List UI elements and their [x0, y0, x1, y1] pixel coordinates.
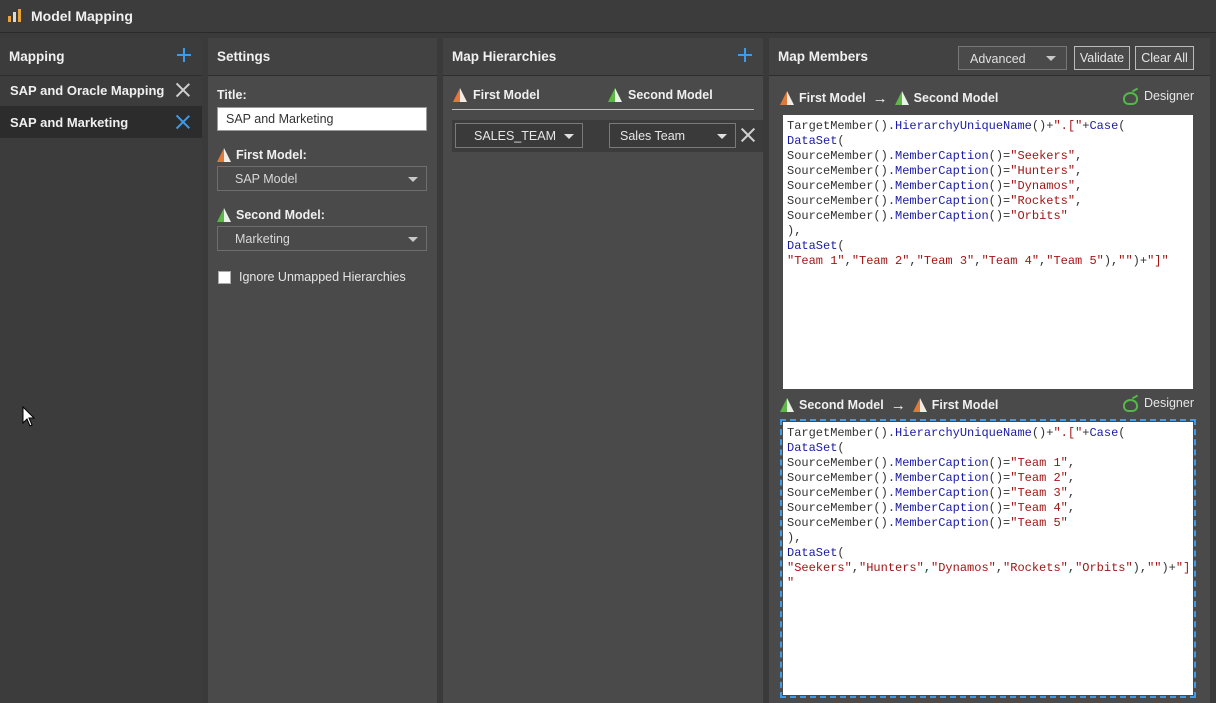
map-members-panel: Map Members Advanced Validate Clear All … [769, 38, 1210, 703]
first-hierarchy-select[interactable]: SALES_TEAM [455, 123, 583, 148]
chevron-down-icon [717, 134, 727, 139]
mode-select[interactable]: Advanced [958, 46, 1067, 70]
settings-header: Settings [208, 38, 437, 76]
first-model-icon [912, 398, 927, 412]
second-hierarchy-select[interactable]: Sales Team [609, 123, 736, 148]
second-model-icon [217, 208, 231, 222]
add-mapping-icon[interactable] [177, 48, 191, 62]
validate-button[interactable]: Validate [1074, 46, 1130, 70]
window-title: Model Mapping [31, 8, 133, 24]
direction-second-to-first: Second Model → First Model Designer [780, 395, 1194, 415]
mapping-header-label: Mapping [9, 49, 65, 64]
members-header-label: Map Members [778, 49, 869, 64]
mapping-item-sap-oracle[interactable]: SAP and Oracle Mapping [0, 74, 202, 106]
hierarchy-row: SALES_TEAM Sales Team [452, 120, 763, 152]
designer-icon [1122, 89, 1138, 105]
hierarchies-header: Map Hierarchies [443, 38, 763, 76]
chevron-down-icon [1046, 56, 1056, 61]
first-model-select[interactable]: SAP Model [217, 166, 427, 191]
chevron-down-icon [408, 177, 418, 182]
designer-button[interactable]: Designer [1122, 89, 1194, 105]
title-bar: Model Mapping [0, 0, 1216, 33]
first-model-icon [780, 91, 794, 105]
designer-icon [1122, 396, 1138, 412]
designer-button[interactable]: Designer [1122, 396, 1194, 412]
mapping-item-label: SAP and Oracle Mapping [10, 82, 165, 98]
arrow-right-icon: → [872, 89, 888, 107]
ignore-unmapped-checkbox[interactable] [218, 271, 231, 284]
mapping-item-sap-marketing[interactable]: SAP and Marketing [0, 106, 202, 138]
column-second-model: Second Model [608, 88, 713, 102]
mapping-panel: Mapping SAP and Oracle Mapping SAP and M… [0, 38, 202, 703]
second-to-first-expression-editor[interactable]: TargetMember().HierarchyUniqueName()+".[… [780, 419, 1196, 698]
first-to-second-expression-editor[interactable]: TargetMember().HierarchyUniqueName()+".[… [783, 115, 1193, 389]
first-model-icon [217, 148, 231, 162]
map-hierarchies-panel: Map Hierarchies First Model Second Model… [443, 38, 763, 703]
column-first-model: First Model [453, 88, 540, 102]
title-input[interactable]: SAP and Marketing [217, 107, 427, 131]
second-model-icon [608, 88, 622, 102]
second-model-label: Second Model: [217, 208, 325, 222]
mapping-item-label: SAP and Marketing [10, 114, 129, 130]
arrow-right-icon: → [890, 396, 906, 414]
close-icon[interactable] [176, 83, 190, 97]
hierarchy-column-headers: First Model Second Model [452, 88, 754, 110]
settings-header-label: Settings [217, 49, 271, 64]
second-model-icon [780, 398, 794, 412]
ignore-unmapped-label: Ignore Unmapped Hierarchies [239, 270, 406, 284]
chevron-down-icon [408, 237, 418, 242]
first-model-icon [453, 88, 467, 102]
add-hierarchy-icon[interactable] [738, 48, 752, 62]
clear-all-button[interactable]: Clear All [1135, 46, 1194, 70]
remove-row-icon[interactable] [741, 128, 755, 142]
hierarchies-header-label: Map Hierarchies [452, 49, 557, 64]
second-model-select[interactable]: Marketing [217, 226, 427, 251]
model-mapping-icon [7, 8, 23, 24]
second-model-icon [894, 91, 909, 105]
settings-panel: Settings Title: SAP and Marketing First … [208, 38, 437, 703]
direction-first-to-second: First Model → Second Model Designer [780, 88, 1194, 108]
chevron-down-icon [564, 134, 574, 139]
title-label: Title: [217, 88, 247, 102]
first-model-label: First Model: [217, 148, 307, 162]
mapping-header: Mapping [0, 38, 202, 76]
close-icon[interactable] [176, 115, 190, 129]
